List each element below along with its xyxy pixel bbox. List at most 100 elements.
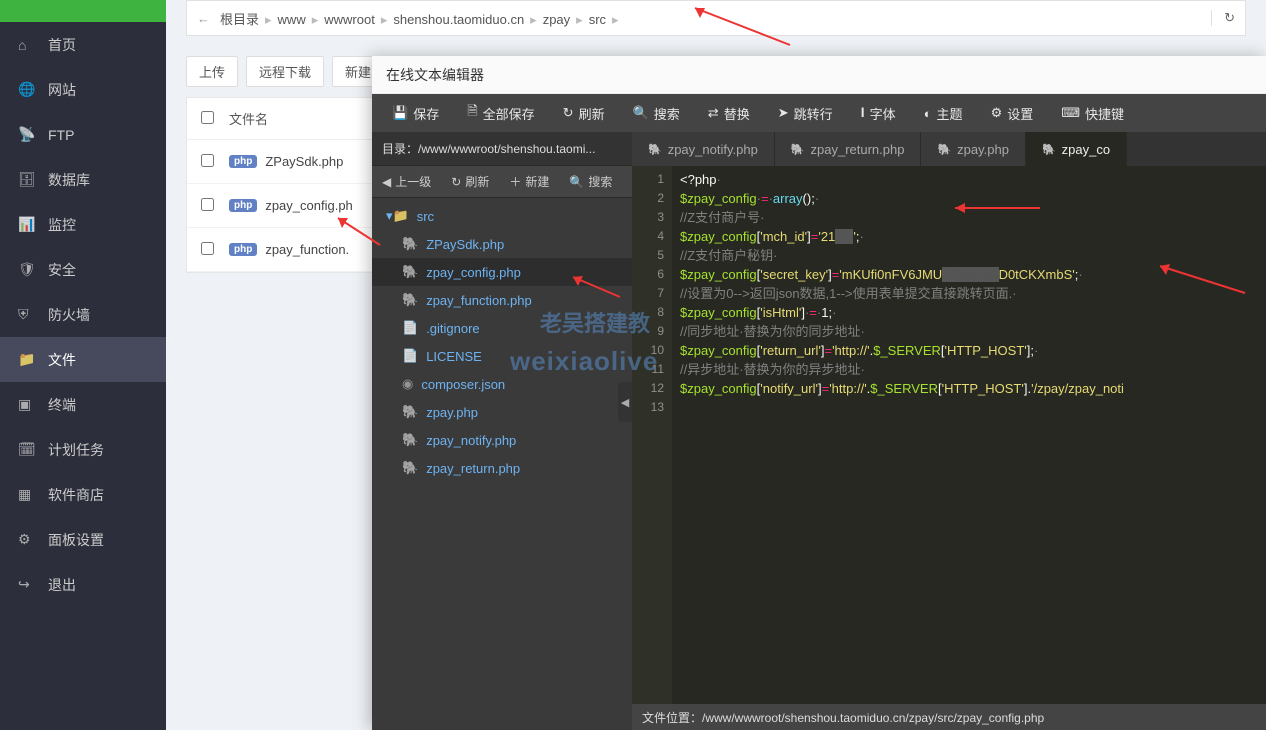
code-editor[interactable]: 12345678910111213 <?php·$zpay_config·=·a… (632, 166, 1266, 704)
breadcrumb-segment[interactable]: 根目录 (220, 12, 259, 27)
doc-icon: 📄 (402, 320, 418, 336)
editor-modal: 在线文本编辑器 💾保存 🗎全部保存 ↻刷新 🔍搜索 ⇄替换 ➤跳转行 𝐈字体 ◐… (372, 56, 1266, 730)
monitor-icon: 📊 (18, 216, 36, 233)
breadcrumb-segment[interactable]: zpay (543, 12, 570, 27)
sidebar-item-label: 防火墙 (48, 305, 90, 325)
breadcrumb-segment[interactable]: wwwroot (324, 12, 375, 27)
settings-icon: ⚙ (18, 531, 36, 548)
editor-tab[interactable]: 🐘zpay_notify.php (632, 132, 775, 166)
tree-file[interactable]: 🐘 zpay_notify.php (372, 426, 632, 454)
sidebar-item-db[interactable]: 🗄数据库 (0, 157, 166, 202)
code-area: ◀ 🐘zpay_notify.php🐘zpay_return.php🐘zpay.… (632, 132, 1266, 730)
chevron-right-icon: ▸ (576, 12, 583, 27)
sidebar-item-monitor[interactable]: 📊监控 (0, 202, 166, 247)
chevron-right-icon: ▸ (312, 12, 319, 27)
theme-button[interactable]: ◐主题 (910, 94, 977, 132)
breadcrumb-segment[interactable]: src (589, 12, 606, 27)
save-button[interactable]: 💾保存 (378, 94, 453, 132)
editor-toolbar: 💾保存 🗎全部保存 ↻刷新 🔍搜索 ⇄替换 ➤跳转行 𝐈字体 ◐主题 ⚙设置 ⌨… (372, 94, 1266, 132)
sidebar-item-label: 文件 (48, 350, 76, 370)
search-button[interactable]: 🔍搜索 (619, 94, 694, 132)
breadcrumb-segment[interactable]: www (278, 12, 306, 27)
shortcut-button[interactable]: ⌨快捷键 (1047, 94, 1138, 132)
tree-file[interactable]: 🐘zpay.php (372, 398, 632, 426)
sidebar-item-label: 网站 (48, 80, 76, 100)
row-checkbox[interactable] (201, 198, 214, 211)
line-gutter: 12345678910111213 (632, 166, 672, 704)
tab-label: zpay_co (1062, 142, 1110, 157)
goto-button[interactable]: ➤跳转行 (764, 94, 847, 132)
firewall-icon: ⛨ (18, 306, 36, 323)
sidebar-item-ftp[interactable]: 📡 FTP (0, 112, 166, 157)
tree-file[interactable]: 🐘zpay_function.php (372, 286, 632, 314)
tree-file-name: LICENSE (426, 349, 482, 364)
sidebar-item-terminal[interactable]: ▣终端 (0, 382, 166, 427)
folder-icon: 📁 (393, 208, 409, 224)
sidebar-item-label: FTP (48, 127, 74, 143)
breadcrumb-segment[interactable]: shenshou.taomiduo.cn (393, 12, 524, 27)
tree-file[interactable]: 📄.gitignore (372, 314, 632, 342)
sidebar-item-label: 首页 (48, 35, 76, 55)
refresh-icon: ↻ (563, 105, 574, 121)
sidebar-item-label: 安全 (48, 260, 76, 280)
sidebar-item-home[interactable]: ⌂ 首页 (0, 22, 166, 67)
sidebar-item-firewall[interactable]: ⛨ 防火墙 (0, 292, 166, 337)
php-icon: php (229, 243, 257, 256)
editor-tab[interactable]: 🐘zpay_co (1026, 132, 1127, 166)
php-icon: 🐘 (402, 432, 418, 448)
row-checkbox[interactable] (201, 154, 214, 167)
file-name[interactable]: ZPaySdk.php (265, 154, 343, 169)
editor-tab[interactable]: 🐘 zpay_return.php (775, 132, 922, 166)
sidebar-item-shield[interactable]: 🛡安全 (0, 247, 166, 292)
tree-file-name: zpay_notify.php (426, 433, 516, 448)
folder-icon: 📁 (18, 351, 36, 368)
tree-file[interactable]: 🐘zpay_return.php (372, 454, 632, 482)
sidebar-item-label: 面板设置 (48, 530, 104, 550)
back-icon[interactable]: ← (197, 11, 210, 26)
editor-tab[interactable]: 🐘zpay.php (921, 132, 1026, 166)
row-checkbox[interactable] (201, 242, 214, 255)
sidebar-item-globe[interactable]: 🌐网站 (0, 67, 166, 112)
chevron-right-icon: ▸ (381, 12, 388, 27)
replace-button[interactable]: ⇄替换 (694, 94, 764, 132)
sidebar-item-cron[interactable]: 🗓计划任务 (0, 427, 166, 472)
tree-folder-src[interactable]: ▾ 📁src (372, 202, 632, 230)
tree-search-button[interactable]: 🔍 搜索 (559, 173, 622, 190)
tab-label: zpay_return.php (811, 142, 905, 157)
home-icon: ⌂ (18, 37, 36, 53)
tree-refresh-button[interactable]: ↻ 刷新 (441, 173, 499, 190)
font-icon: 𝐈 (861, 105, 865, 121)
select-all-checkbox[interactable] (201, 111, 214, 124)
remote-download-button[interactable]: 远程下载 (246, 56, 324, 87)
file-name[interactable]: zpay_config.ph (265, 198, 352, 213)
sidebar-item-folder[interactable]: 📁 文件 (0, 337, 166, 382)
apps-icon: ▦ (18, 486, 36, 503)
settings-button[interactable]: ⚙设置 (977, 94, 1048, 132)
font-button[interactable]: 𝐈字体 (847, 94, 910, 132)
collapse-tree-button[interactable]: ◀ (618, 382, 632, 422)
sidebar-item-apps[interactable]: ▦软件商店 (0, 472, 166, 517)
php-icon: php (229, 155, 257, 168)
editor-title: 在线文本编辑器 (372, 56, 1266, 94)
ftp-icon: 📡 (18, 126, 36, 143)
tree-file[interactable]: 🐘zpay_config.php (372, 258, 632, 286)
tree-up-button[interactable]: ◀ 上一级 (372, 173, 441, 190)
column-filename[interactable]: 文件名 (229, 109, 268, 128)
sidebar-item-settings[interactable]: ⚙ 面板设置 (0, 517, 166, 562)
save-all-button[interactable]: 🗎全部保存 (453, 94, 548, 132)
code-lines[interactable]: <?php·$zpay_config·=·array();·//Z支付商户号·$… (672, 166, 1266, 704)
tree-file[interactable]: ◉composer.json (372, 370, 632, 398)
tree-file[interactable]: 🐘ZPaySdk.php (372, 230, 632, 258)
sidebar-item-logout[interactable]: ↪退出 (0, 562, 166, 607)
chevron-right-icon: ▸ (530, 12, 537, 27)
tree-create-button[interactable]: ＋ 新建 (499, 173, 559, 190)
refresh-button[interactable]: ↻刷新 (549, 94, 619, 132)
file-name[interactable]: zpay_function. (265, 242, 349, 257)
refresh-icon[interactable]: ↻ (1211, 10, 1235, 26)
upload-button[interactable]: 上传 (186, 56, 238, 87)
php-icon: php (229, 199, 257, 212)
sidebar-item-label: 数据库 (48, 170, 90, 190)
goto-icon: ➤ (778, 105, 789, 121)
tree-file[interactable]: 📄LICENSE (372, 342, 632, 370)
php-icon: 🐘 (791, 143, 805, 156)
